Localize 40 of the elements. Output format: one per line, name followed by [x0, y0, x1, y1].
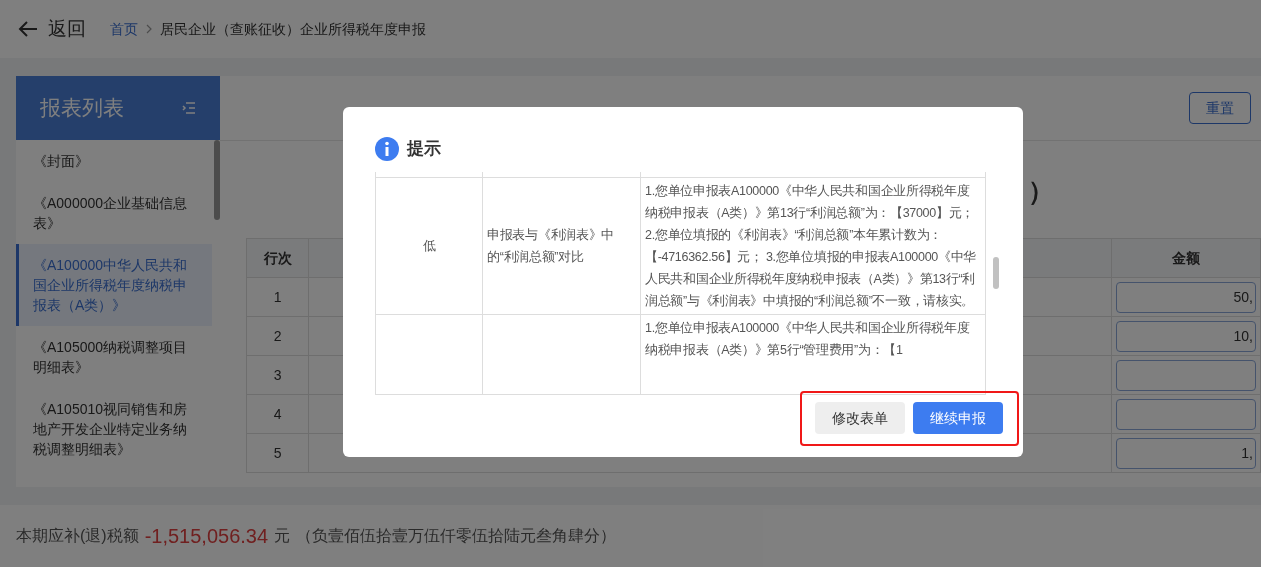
row-number: 5	[246, 433, 309, 473]
sidebar-item[interactable]: 《A105000纳税调整项目明细表》	[16, 326, 212, 388]
breadcrumb-link[interactable]: 首页	[110, 18, 138, 40]
row-number: 4	[246, 394, 309, 434]
sidebar-title: 报表列表	[40, 95, 124, 122]
reset-button[interactable]: 重置	[1189, 92, 1251, 124]
check-item-cell: 申报表与《利润表》中的“利润总额”对比	[482, 177, 641, 315]
level-cell: 低	[375, 177, 483, 315]
amount-field[interactable]: 50,	[1116, 281, 1256, 313]
tax-amount-label: 本期应补(退)税额	[16, 526, 139, 546]
scrollbar-thumb[interactable]	[214, 140, 220, 220]
amount-field[interactable]: 10,	[1116, 320, 1256, 352]
dialog-title: 提示	[407, 138, 441, 160]
amount-field[interactable]: 1,	[1116, 437, 1256, 469]
breadcrumb-current: 居民企业（查账征收）企业所得税年度申报	[160, 19, 426, 39]
back-link[interactable]: 返回	[48, 14, 86, 44]
sidebar-item[interactable]: 《封面》	[16, 140, 212, 182]
column-header: 金额	[1111, 238, 1261, 278]
amount-field[interactable]	[1116, 398, 1256, 430]
info-icon	[375, 136, 399, 161]
scrollbar-thumb[interactable]	[993, 257, 999, 289]
amount-field[interactable]	[1116, 359, 1256, 391]
collapse-icon[interactable]	[182, 102, 196, 114]
back-arrow-icon[interactable]	[18, 21, 38, 37]
detail-cell: 1.您单位申报表A100000《中华人民共和国企业所得税年度纳税申报表（A类）》第13行“利润总额”为：【37000】元； 2.您单位填报的《利润表》“利润总额”本年累计数为：【-4716362.56】元； 3.您单位填报的申报表A100000《中华人民共和国企业所得税年度纳税申报表（A类）》第13行“利润总额”与《利润表》中填报的“利润总额”不一致，请核实。	[640, 177, 986, 315]
form-title: ）	[1028, 175, 1054, 208]
row-number: 2	[246, 316, 309, 356]
currency-unit: 元	[274, 526, 291, 546]
continue-button[interactable]: 继续申报	[913, 402, 1003, 434]
row-number: 3	[246, 355, 309, 395]
tax-amount-value: -1,515,056.34	[144, 524, 269, 549]
sidebar-item[interactable]: 《A000000企业基础信息表》	[16, 182, 212, 244]
row-number: 1	[246, 277, 309, 317]
sidebar-item[interactable]: 《A100000中华人民共和国企业所得税年度纳税申报表（A类）》	[16, 244, 212, 326]
column-header: 行次	[246, 238, 309, 278]
edit-form-button[interactable]: 修改表单	[815, 402, 905, 434]
chevron-icon	[146, 24, 152, 34]
amount-in-words: （负壹佰伍拾壹万伍仟零伍拾陆元叁角肆分）	[296, 526, 617, 546]
detail-cell: 1.您单位申报表A100000《中华人民共和国企业所得税年度纳税申报表（A类）》第5行“管理费用”为：【1	[640, 314, 986, 395]
sidebar-item[interactable]: 《A105010视同销售和房地产开发企业特定业务纳税调整明细表》	[16, 388, 212, 470]
